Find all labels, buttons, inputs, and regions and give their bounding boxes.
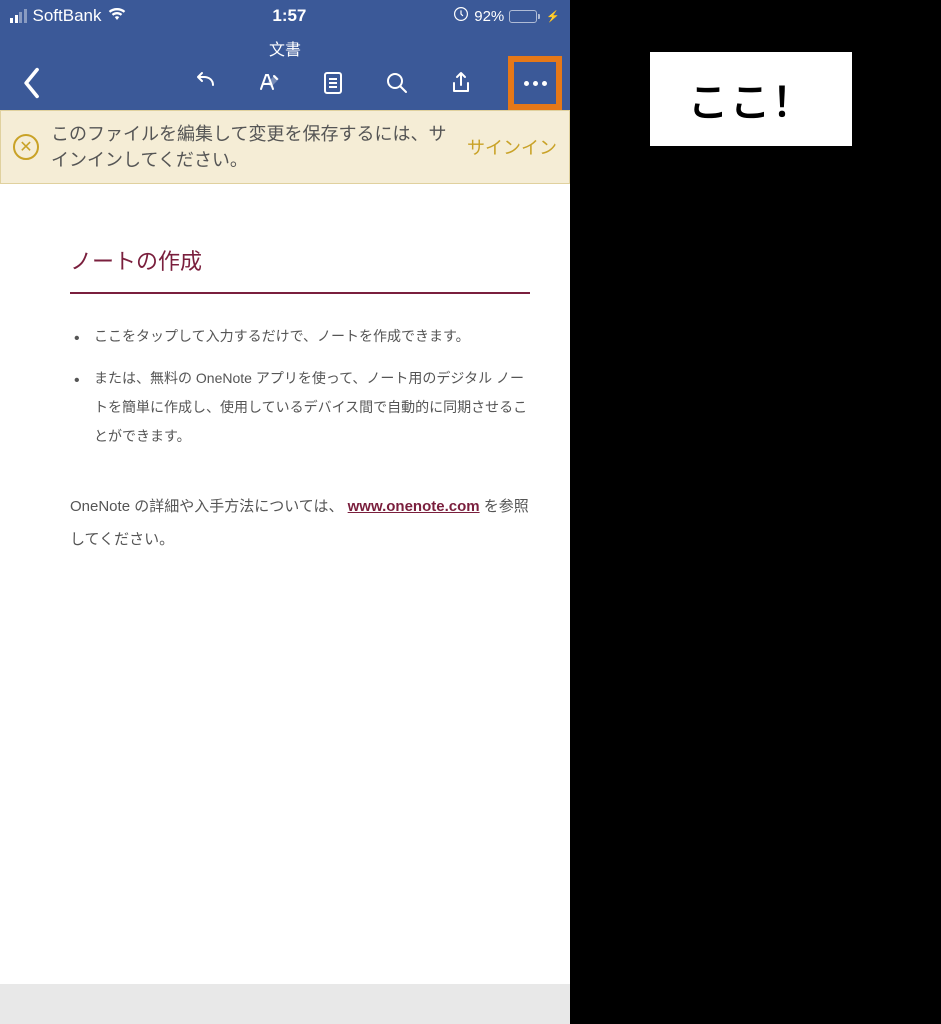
status-right: 92% ⚡ [453, 6, 560, 26]
more-button-highlight [508, 56, 562, 110]
share-button[interactable] [444, 66, 478, 100]
banner-message: このファイルを編集して変更を保存するには、サインインしてください。 [51, 121, 455, 173]
format-button[interactable] [252, 66, 286, 100]
paragraph: OneNote の詳細や入手方法については、 www.onenote.com を… [70, 490, 530, 556]
wifi-icon [108, 7, 126, 26]
para-text: OneNote の詳細や入手方法については、 [70, 498, 343, 515]
list-item: ここをタップして入力するだけで、ノートを作成できます。 [70, 322, 530, 351]
signal-icon [10, 9, 27, 23]
bullet-list: ここをタップして入力するだけで、ノートを作成できます。 または、無料の OneN… [70, 322, 530, 452]
charging-icon: ⚡ [546, 10, 560, 23]
list-item: または、無料の OneNote アプリを使って、ノート用のデジタル ノートを簡単… [70, 364, 530, 452]
close-banner-button[interactable]: ✕ [13, 134, 39, 160]
section-heading: ノートの作成 [70, 244, 530, 294]
status-left: SoftBank [10, 6, 126, 26]
reading-view-button[interactable] [316, 66, 350, 100]
signin-button[interactable]: サインイン [467, 134, 557, 160]
close-icon: ✕ [19, 137, 32, 157]
rotation-lock-icon [453, 6, 469, 26]
annotation-callout: ここ！ [650, 52, 852, 146]
toolbar [0, 60, 570, 100]
undo-button[interactable] [188, 66, 222, 100]
status-bar: SoftBank 1:57 92% ⚡ [0, 0, 570, 32]
carrier-label: SoftBank [33, 6, 102, 26]
phone-screen: SoftBank 1:57 92% ⚡ 文書 [0, 0, 570, 1024]
signin-banner: ✕ このファイルを編集して変更を保存するには、サインインしてください。 サインイ… [0, 110, 570, 184]
ellipsis-icon [524, 81, 547, 86]
search-button[interactable] [380, 66, 414, 100]
battery-percent: 92% [474, 8, 504, 25]
app-header: 文書 [0, 32, 570, 110]
document-body[interactable]: ノートの作成 ここをタップして入力するだけで、ノートを作成できます。 または、無… [0, 184, 570, 984]
bottom-toolbar [0, 984, 570, 1024]
annotation-arrow [585, 78, 647, 115]
battery-icon [509, 10, 540, 23]
onenote-link[interactable]: www.onenote.com [348, 498, 480, 515]
back-button[interactable] [14, 66, 48, 100]
clock: 1:57 [272, 6, 306, 26]
document-title: 文書 [0, 36, 570, 60]
more-button[interactable] [518, 66, 552, 100]
